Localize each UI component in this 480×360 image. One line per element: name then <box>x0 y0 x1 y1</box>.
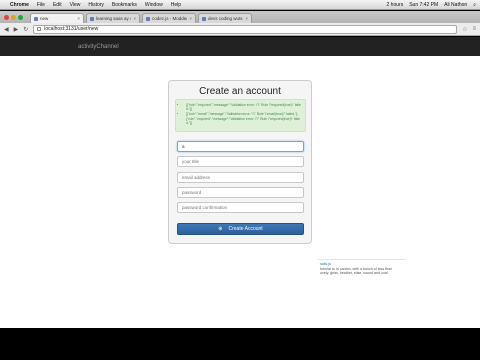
browser-tab[interactable]: learning saas ay ours × <box>86 13 140 23</box>
menu-file[interactable]: File <box>37 2 45 8</box>
error-alert: [{"rule":"required","message":"Validatio… <box>175 99 306 132</box>
brand-link[interactable]: activityChannel <box>78 44 119 50</box>
page-content: Create an account [{"rule":"required","m… <box>0 56 480 328</box>
close-tab-icon[interactable]: × <box>189 16 192 21</box>
close-tab-icon[interactable]: × <box>245 16 248 21</box>
close-tab-icon[interactable]: × <box>77 16 80 21</box>
menu-history[interactable]: History <box>88 2 104 8</box>
menubar-status: 2 hours Sun 7:42 PM Ali Nathon ⌕ <box>381 2 476 8</box>
close-tab-icon[interactable]: × <box>133 16 136 21</box>
app-navbar: activityChannel <box>0 37 480 56</box>
create-account-label: Create Account <box>228 226 263 232</box>
menu-icon[interactable]: ≡ <box>472 26 476 32</box>
favicon-icon <box>146 16 150 21</box>
browser-tab[interactable]: codez.js - Modded by Ch × <box>142 13 196 23</box>
tab-label: learning saas ay ours <box>96 16 131 21</box>
menubar-app-name[interactable]: Chrome <box>10 2 29 8</box>
search-icon[interactable]: ⌕ <box>473 2 476 8</box>
favicon-icon <box>34 16 38 21</box>
tab-label: codez.js - Modded by Ch <box>152 16 188 21</box>
menu-view[interactable]: View <box>70 2 81 8</box>
bookmark-star-icon[interactable]: ☆ <box>462 26 467 33</box>
snippet-text: tutorial to Irl canton, with a bunch of … <box>320 266 393 276</box>
menubar: Chrome File Edit View History Bookmarks … <box>0 0 480 10</box>
name-input[interactable] <box>177 141 304 152</box>
reload-icon[interactable]: ↻ <box>23 26 28 33</box>
signup-form: Create an account [{"rule":"required","m… <box>168 80 312 244</box>
close-window-icon[interactable] <box>4 15 9 20</box>
tab-label: devs coding wuts anti <box>208 16 243 21</box>
email-input[interactable] <box>177 172 304 183</box>
forward-icon[interactable]: ▶ <box>14 26 19 33</box>
address-bar[interactable]: localhost:3131/user/new <box>33 24 458 34</box>
url-text: localhost:3131/user/new <box>44 26 99 32</box>
screen: Chrome File Edit View History Bookmarks … <box>0 0 480 360</box>
browser-tab[interactable]: new × <box>30 13 84 23</box>
error-message: [{"rule":"required","message":"Validatio… <box>186 103 301 111</box>
title-input[interactable] <box>177 156 304 167</box>
clock[interactable]: Sun 7:42 PM <box>409 2 438 8</box>
create-account-button[interactable]: ⊕ Create Account <box>177 223 304 235</box>
divider <box>318 259 406 260</box>
menu-help[interactable]: Help <box>171 2 181 8</box>
tab-label: new <box>40 16 49 21</box>
back-icon[interactable]: ◀ <box>4 26 9 33</box>
user-name[interactable]: Ali Nathon <box>444 2 467 8</box>
error-message: [{"rule":"email","message":"Validation e… <box>186 112 301 125</box>
favicon-icon <box>202 16 206 21</box>
plus-icon: ⊕ <box>218 226 223 232</box>
tab-strip: new × learning saas ay ours × codez.js -… <box>0 11 480 23</box>
letterbox-bottom <box>0 328 480 360</box>
form-title: Create an account <box>199 86 281 97</box>
menu-bookmarks[interactable]: Bookmarks <box>112 2 137 8</box>
menu-edit[interactable]: Edit <box>53 2 62 8</box>
password-confirmation-input[interactable] <box>177 202 304 213</box>
zoom-window-icon[interactable] <box>18 15 23 20</box>
menu-window[interactable]: Window <box>145 2 163 8</box>
favicon-icon <box>90 16 94 21</box>
browser-toolbar: ◀ ▶ ↻ localhost:3131/user/new ☆ ≡ <box>0 23 480 36</box>
minimize-window-icon[interactable] <box>11 15 16 20</box>
window-controls <box>4 15 25 20</box>
password-input[interactable] <box>177 187 304 198</box>
battery-status[interactable]: 2 hours <box>387 2 404 8</box>
page-info-icon[interactable] <box>37 27 42 31</box>
browser-tab[interactable]: devs coding wuts anti × <box>198 13 252 23</box>
side-snippet: sails.js tutorial to Irl canton, with a … <box>320 262 402 276</box>
